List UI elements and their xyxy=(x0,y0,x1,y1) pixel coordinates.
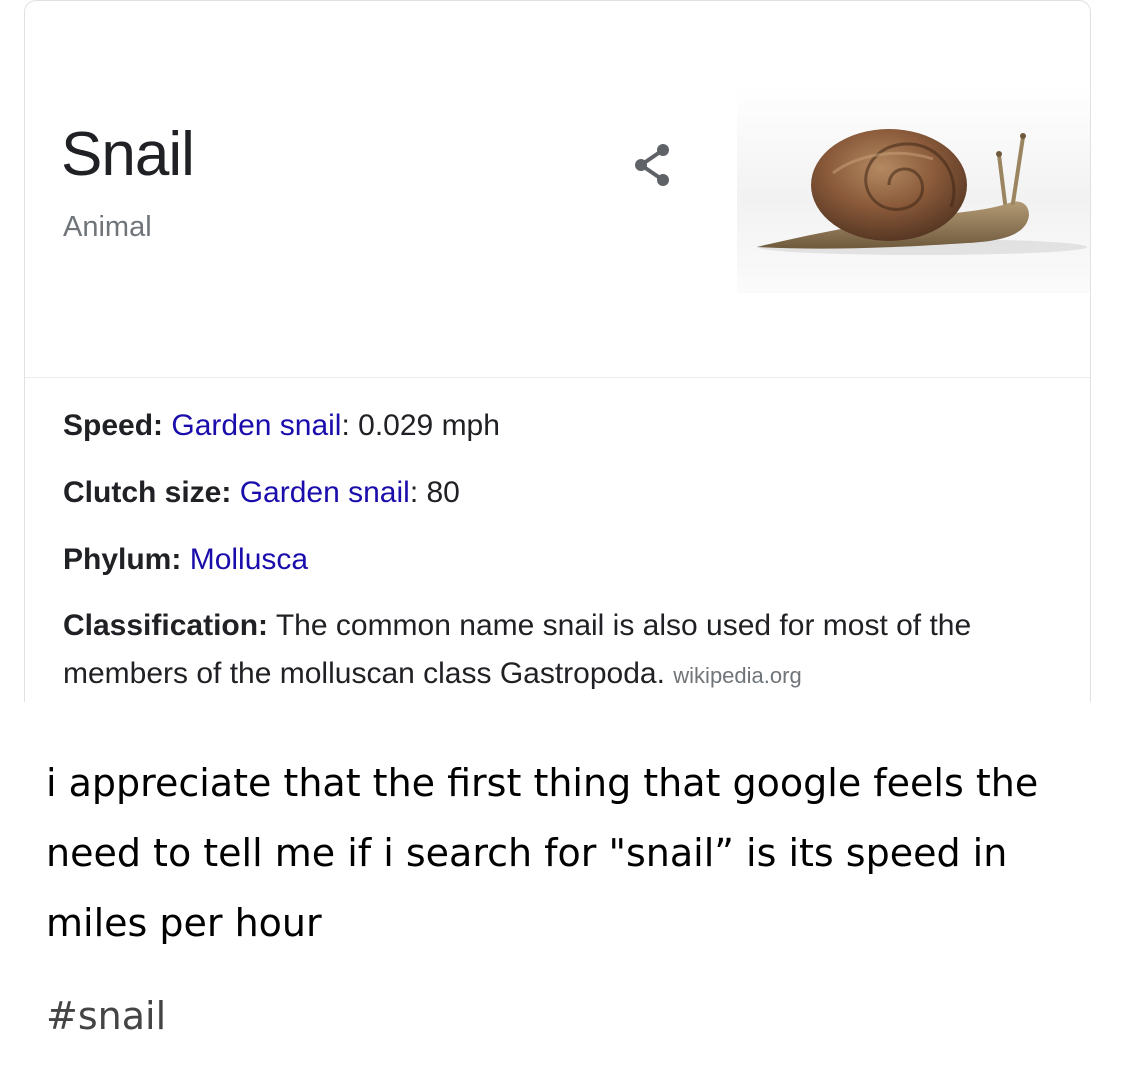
fact-phylum: Phylum: Mollusca xyxy=(63,535,1070,585)
fact-value: : 0.029 mph xyxy=(341,409,500,442)
facts-list: Speed: Garden snail: 0.029 mph Clutch si… xyxy=(63,401,1070,702)
post-tag[interactable]: #snail xyxy=(46,994,166,1038)
fact-label: Phylum: xyxy=(63,543,182,576)
fact-clutch-size: Clutch size: Garden snail: 80 xyxy=(63,468,1070,518)
source-link[interactable]: wikipedia.org xyxy=(673,663,801,688)
panel-title: Snail xyxy=(61,120,195,189)
fact-link[interactable]: Garden snail xyxy=(240,476,410,509)
share-button[interactable] xyxy=(625,137,681,193)
fact-label: Speed: xyxy=(63,409,164,442)
share-icon xyxy=(635,144,669,186)
fact-value: : 80 xyxy=(409,476,460,509)
panel-subtitle: Animal xyxy=(63,211,152,243)
fact-label: Clutch size: xyxy=(63,476,232,509)
snail-photo[interactable] xyxy=(737,85,1091,293)
fact-classification: Classification: The common name snail is… xyxy=(63,602,1070,700)
fact-speed: Speed: Garden snail: 0.029 mph xyxy=(63,401,1070,451)
fact-link[interactable]: Garden snail xyxy=(171,409,341,442)
fact-link[interactable]: Mollusca xyxy=(190,543,308,576)
knowledge-panel: Snail Animal Speed: Garden snail: 0.029 … xyxy=(24,0,1091,702)
fact-label: Classification: xyxy=(63,609,269,642)
post-caption: i appreciate that the first thing that g… xyxy=(46,761,1039,945)
knowledge-panel-header: Snail Animal xyxy=(25,1,1090,378)
